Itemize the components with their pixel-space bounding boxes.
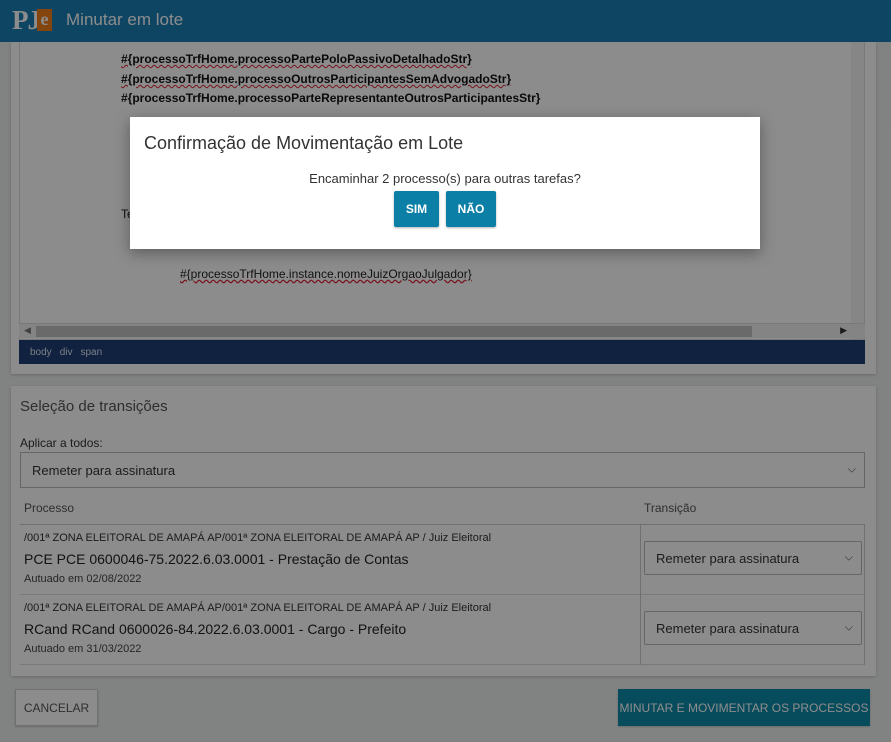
confirm-yes-button[interactable]: SIM	[394, 191, 439, 227]
confirm-no-button[interactable]: NÃO	[446, 191, 496, 227]
dialog-title: Confirmação de Movimentação em Lote	[144, 133, 464, 153]
dialog-message: Encaminhar 2 processo(s) para outras tar…	[309, 171, 581, 186]
confirmation-dialog: Confirmação de Movimentação em Lote Enca…	[130, 117, 760, 249]
modal-backdrop[interactable]	[0, 0, 891, 742]
